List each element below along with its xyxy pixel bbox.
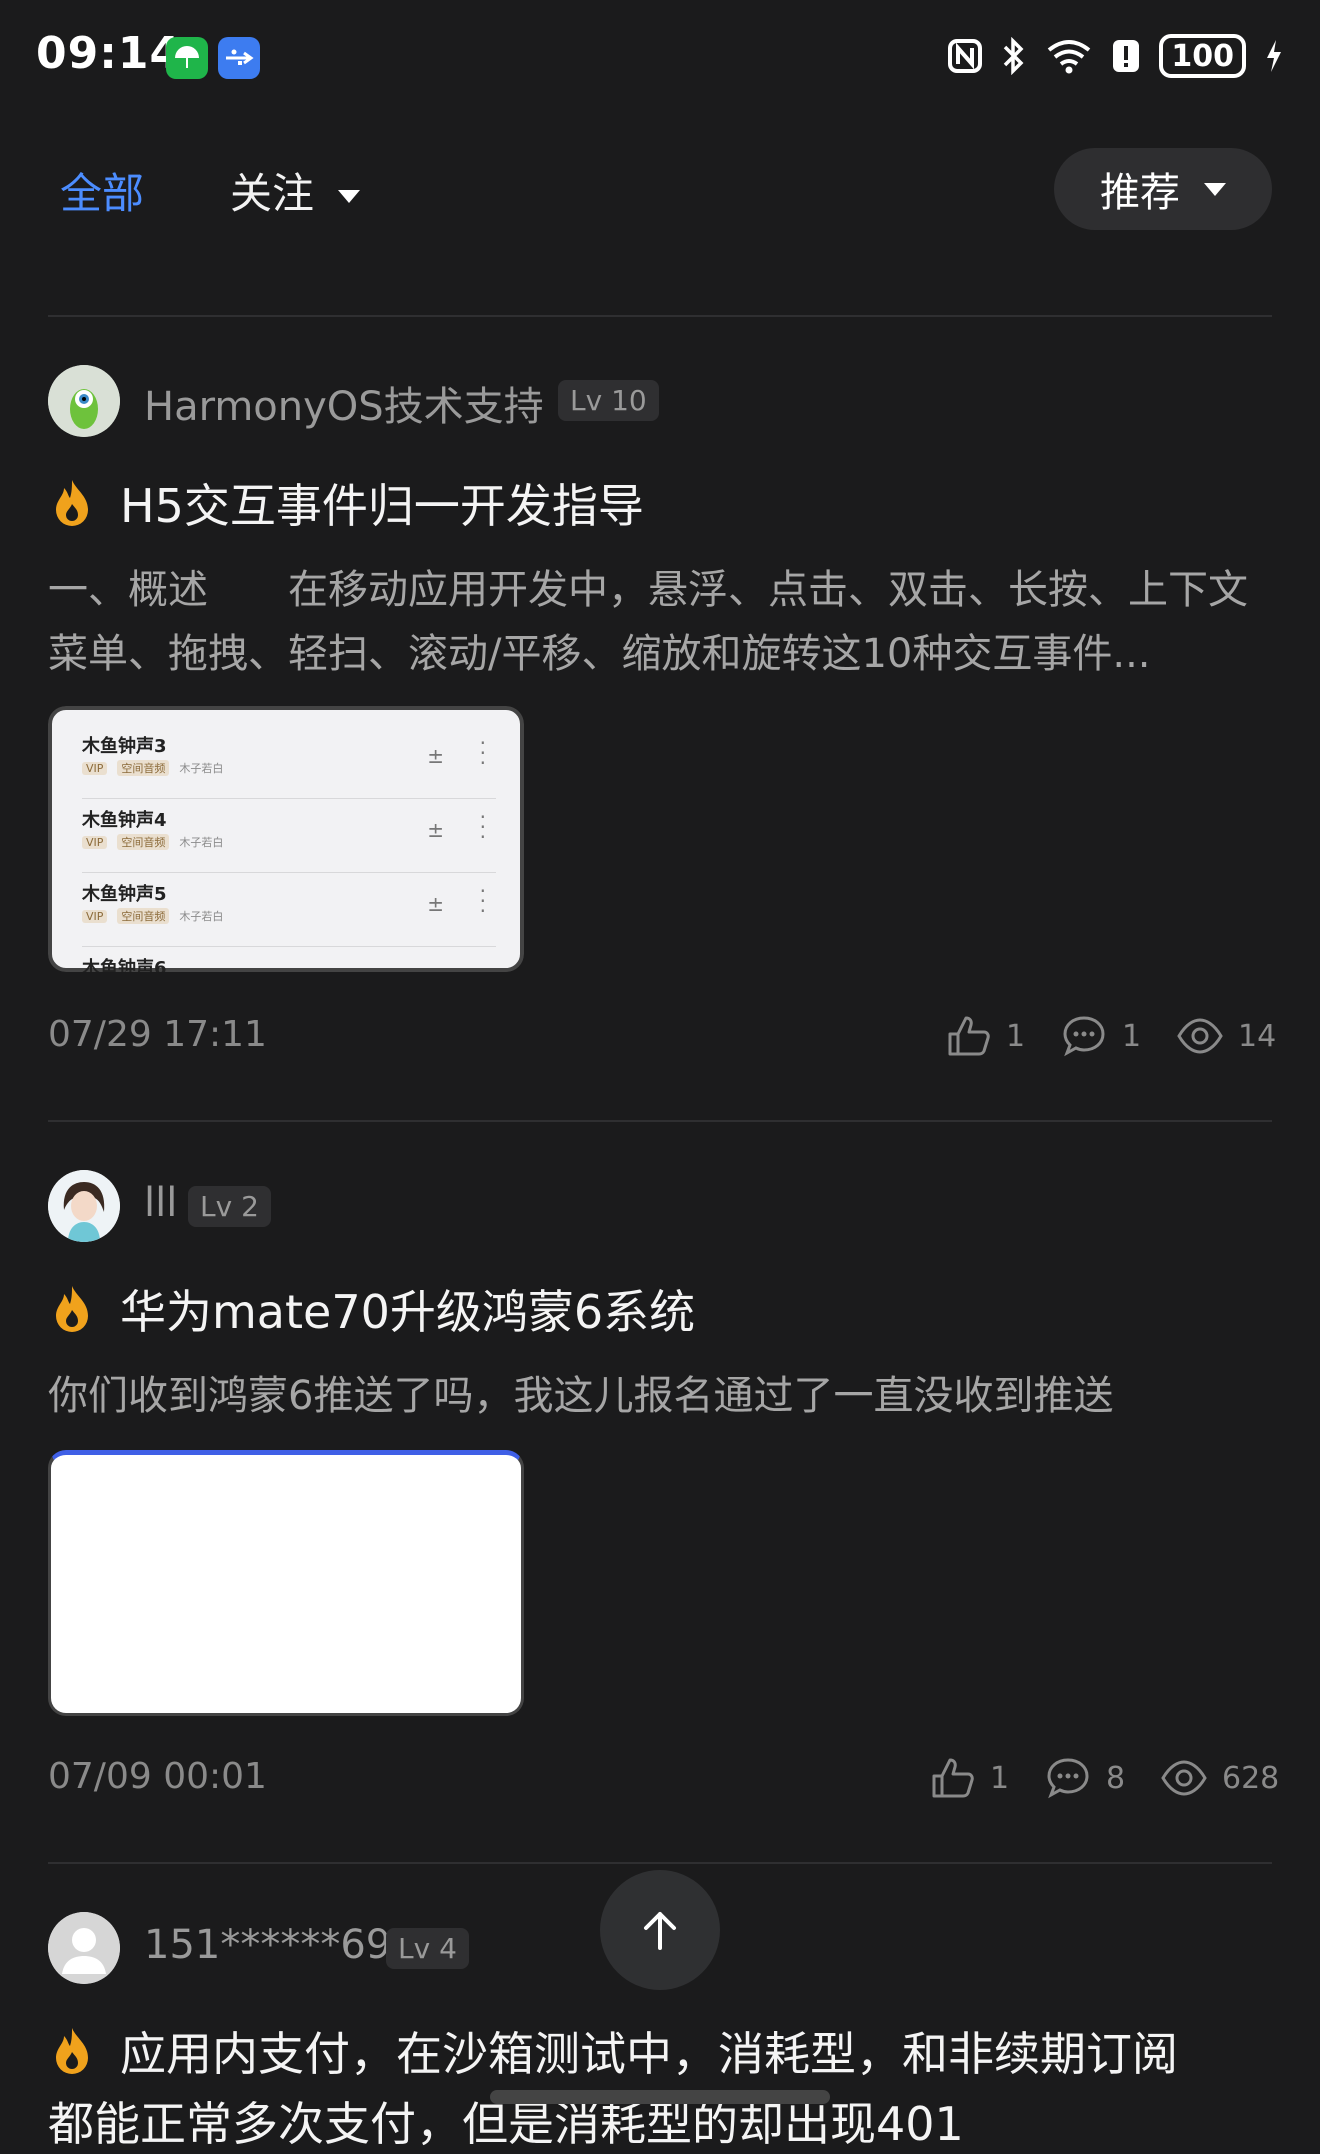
charging-icon	[1267, 40, 1281, 72]
flame-icon	[56, 480, 88, 526]
thumbs-up-icon	[948, 1016, 990, 1056]
author-name[interactable]: 151******69	[144, 1922, 391, 1968]
bluetooth-icon	[1004, 37, 1024, 75]
add-to-list-icon: ±	[427, 966, 444, 972]
home-indicator[interactable]	[490, 2090, 830, 2104]
view-count-stat: 14	[1176, 1012, 1276, 1060]
wifi-icon	[1048, 40, 1091, 74]
avatar[interactable]	[48, 1912, 120, 1984]
list-item: 木鱼钟声4 VIP 空间音频 木子若白 ± · · ·	[82, 798, 496, 873]
comment-button[interactable]: 8	[1044, 1754, 1125, 1802]
add-to-list-icon: ±	[427, 818, 444, 842]
like-button[interactable]: 1	[944, 1012, 1025, 1060]
post-title[interactable]: 应用内支付，在沙箱测试中，消耗型，和非续期订阅	[120, 2018, 1178, 2084]
avatar[interactable]	[48, 365, 120, 437]
list-item: 木鱼钟声6 ±	[82, 946, 496, 972]
eye-icon	[1161, 1760, 1207, 1796]
like-count: 1	[990, 1760, 1010, 1796]
like-button[interactable]: 1	[928, 1754, 1009, 1802]
list-item: 木鱼钟声3 VIP 空间音频 木子若白 ± · · ·	[82, 724, 496, 799]
post-excerpt[interactable]: 你们收到鸿蒙6推送了吗，我这儿报名通过了一直没收到推送	[48, 1364, 1278, 1428]
post-date: 07/29 17:11	[48, 1014, 267, 1055]
tab-follow[interactable]: 关注	[230, 160, 361, 221]
view-count: 628	[1222, 1760, 1280, 1796]
comment-count: 8	[1106, 1760, 1126, 1796]
flame-icon	[56, 2028, 88, 2074]
chevron-down-icon	[1204, 182, 1226, 196]
chevron-down-icon	[338, 190, 361, 203]
like-count: 1	[1006, 1018, 1026, 1054]
nfc-icon	[948, 39, 983, 73]
status-right: 100	[947, 34, 1284, 78]
comment-count: 1	[1122, 1018, 1142, 1054]
list-item: 木鱼钟声5 VIP 空间音频 木子若白 ± · · ·	[82, 872, 496, 947]
post-date: 07/09 00:01	[48, 1756, 267, 1797]
battery-level: 100	[1171, 38, 1234, 74]
status-time: 09:14	[36, 28, 182, 79]
add-to-list-icon: ±	[427, 892, 444, 916]
usb-icon	[218, 37, 260, 79]
arrow-up-icon	[644, 1912, 676, 1950]
divider	[48, 1120, 1272, 1122]
scroll-to-top-button[interactable]	[600, 1870, 720, 1990]
comment-icon	[1047, 1758, 1089, 1799]
post-image[interactable]	[48, 1450, 524, 1716]
tab-follow-label: 关注	[230, 169, 315, 218]
post-excerpt[interactable]: 一、概述 在移动应用开发中，悬浮、点击、双击、长按、上下文菜单、拖拽、轻扫、滚动…	[48, 558, 1278, 686]
thumbs-up-icon	[932, 1758, 974, 1798]
more-icon: · · ·	[479, 731, 486, 775]
sort-label: 推荐	[1100, 170, 1180, 216]
alert-icon	[1113, 40, 1140, 72]
level-badge: Lv 10	[558, 380, 659, 421]
umbrella-app-icon	[166, 37, 208, 79]
divider	[48, 315, 1272, 317]
post-image[interactable]: 木鱼钟声3 VIP 空间音频 木子若白 ± · · · 木鱼钟声4 VIP 空间音频 木子若…	[48, 706, 524, 972]
sort-dropdown[interactable]: 推荐	[1054, 148, 1272, 230]
author-name[interactable]: HarmonyOS技术支持	[144, 374, 544, 432]
tab-all[interactable]: 全部	[60, 160, 144, 221]
eye-icon	[1177, 1018, 1223, 1054]
level-badge: Lv 2	[188, 1186, 271, 1227]
comment-icon	[1063, 1016, 1105, 1057]
more-icon: · · ·	[479, 805, 486, 849]
post-title[interactable]: H5交互事件归一开发指导	[120, 470, 644, 536]
post-title[interactable]: 华为mate70升级鸿蒙6系统	[120, 1276, 695, 1342]
comment-button[interactable]: 1	[1060, 1012, 1141, 1060]
flame-icon	[56, 1286, 88, 1332]
song-list-preview: 木鱼钟声3 VIP 空间音频 木子若白 ± · · · 木鱼钟声4 VIP 空间音频 木子若…	[48, 706, 524, 972]
level-badge: Lv 4	[386, 1928, 469, 1969]
divider	[48, 1862, 1272, 1864]
author-name[interactable]: lll	[144, 1180, 177, 1226]
add-to-list-icon: ±	[427, 744, 444, 768]
avatar[interactable]	[48, 1170, 120, 1242]
view-count-stat: 628	[1160, 1754, 1279, 1802]
more-icon: · · ·	[479, 879, 486, 923]
view-count: 14	[1238, 1018, 1277, 1054]
battery-icon: 100	[1159, 34, 1246, 78]
